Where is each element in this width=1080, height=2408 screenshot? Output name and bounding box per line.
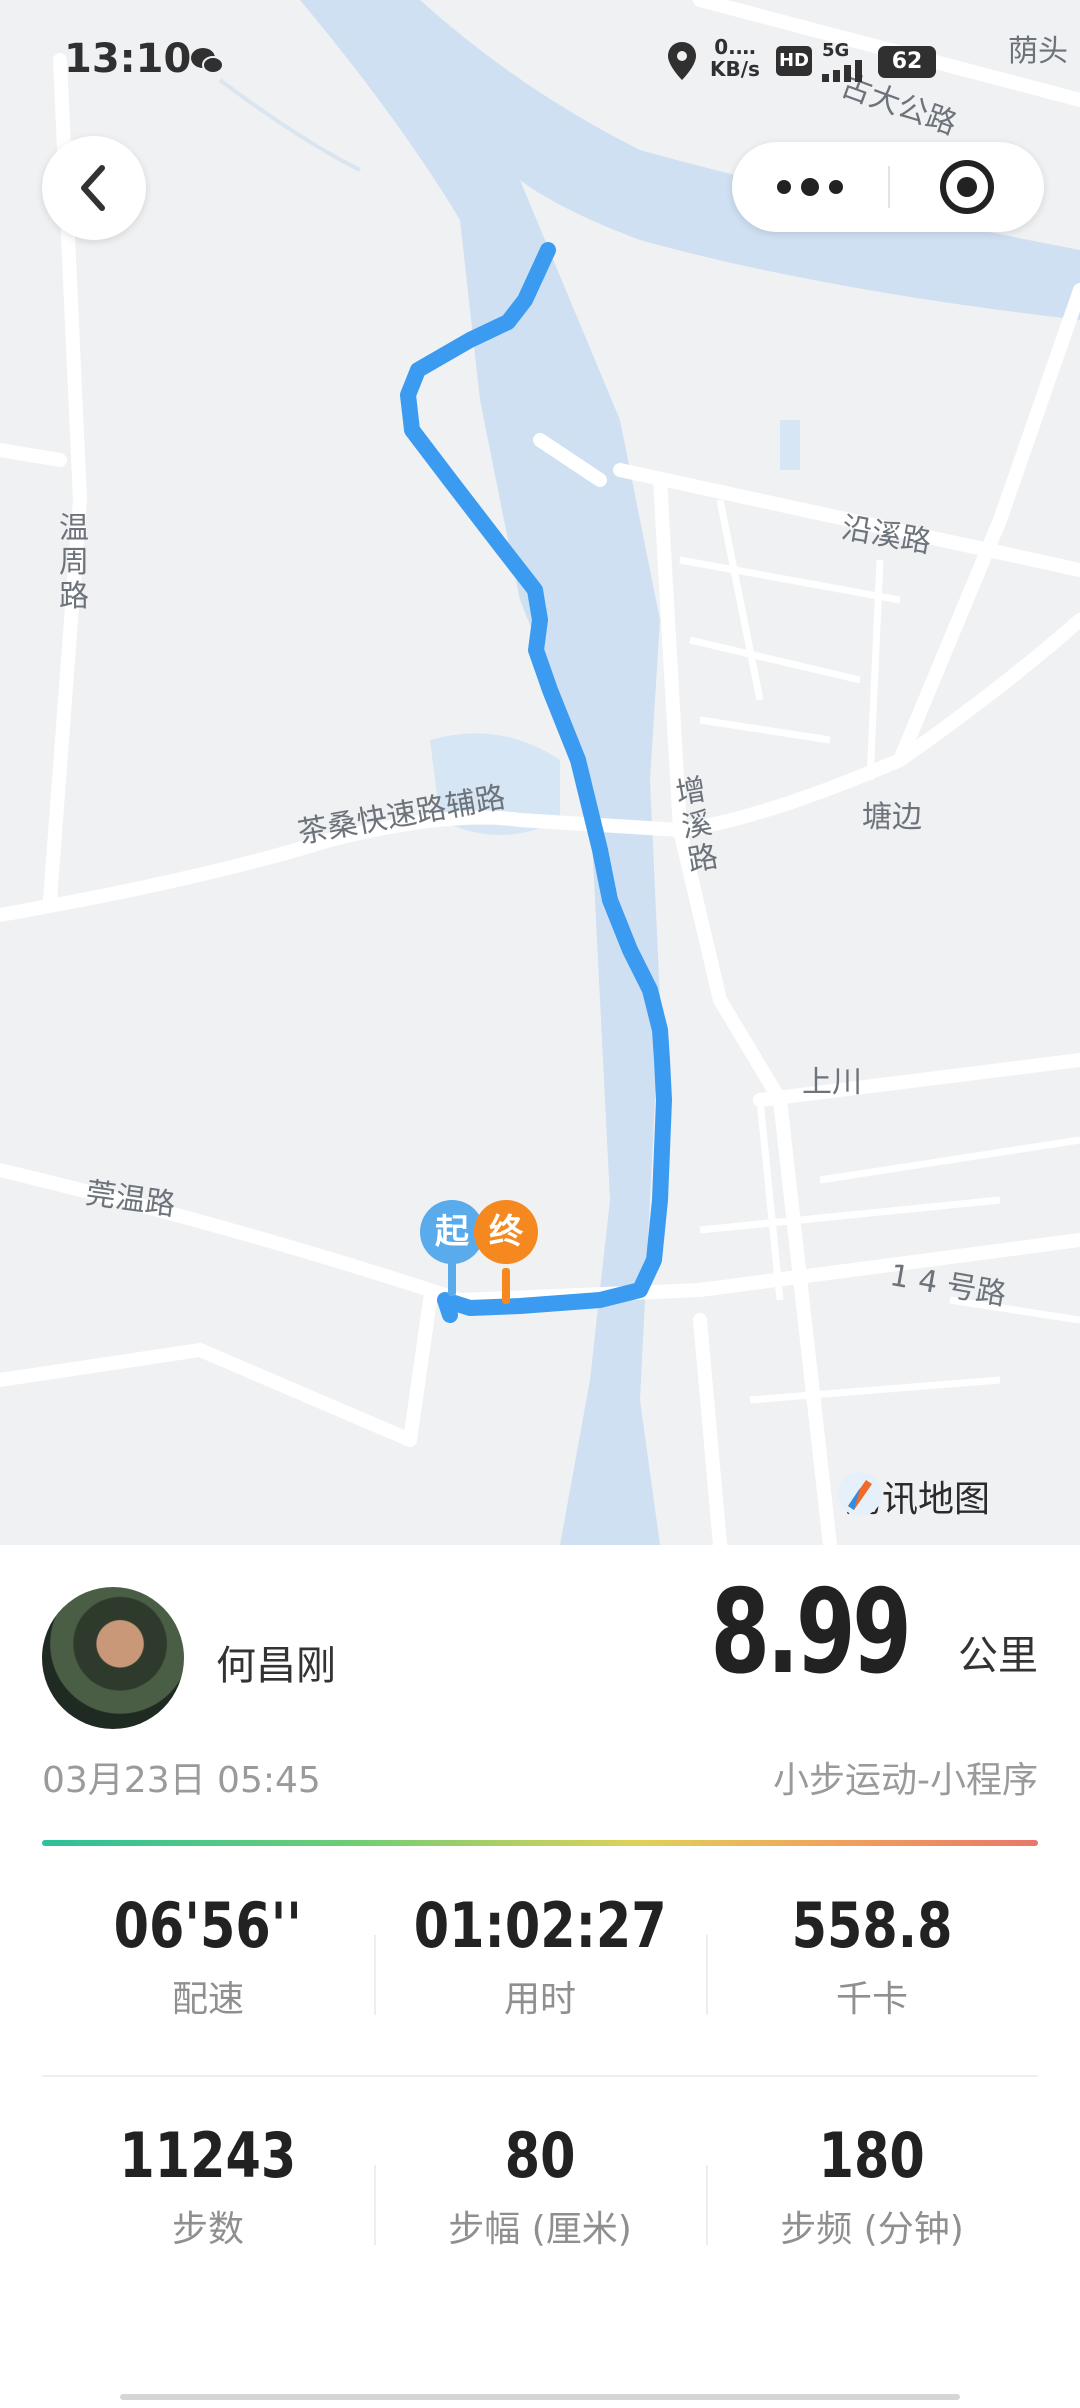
miniprogram-capsule	[732, 142, 1044, 232]
stat-calories: 558.8 千卡	[706, 1865, 1038, 2065]
stat-value: 180	[818, 2119, 926, 2192]
stat-label: 配速	[171, 1979, 244, 2020]
net-speed-value: 0.…	[714, 35, 756, 59]
distance-value: 8.99	[709, 1565, 911, 1700]
location-icon	[668, 42, 696, 92]
status-time: 13:10	[64, 36, 192, 82]
stat-steps: 11243 步数	[42, 2095, 374, 2295]
stat-label: 用时	[503, 1979, 576, 2020]
chevron-left-icon	[81, 165, 105, 211]
more-dots-icon	[777, 178, 843, 196]
stat-value: 80	[504, 2119, 576, 2192]
start-pin-stem	[448, 1260, 456, 1296]
stat-label: 千卡	[835, 1979, 908, 2020]
stat-duration: 01:02:27 用时	[374, 1865, 706, 2065]
stat-pace: 06'56'' 配速	[42, 1865, 374, 2065]
map-label-yintou: 荫头	[1008, 34, 1068, 69]
stat-label: 步幅 (厘米)	[448, 2209, 632, 2250]
stat-stride: 80 步幅 (厘米)	[374, 2095, 706, 2295]
home-indicator[interactable]	[120, 2394, 960, 2400]
tencent-map-logo-icon	[838, 1472, 882, 1516]
stats-row-1: 06'56'' 配速 01:02:27 用时 558.8 千卡	[42, 1865, 1038, 2065]
stat-value: 06'56''	[113, 1889, 303, 1962]
net-speed: 0.… KB/s	[710, 36, 760, 86]
net-speed-unit: KB/s	[710, 57, 760, 81]
stat-label: 步频 (分钟)	[780, 2209, 964, 2250]
tencent-map-logo: 腾讯地图	[836, 1470, 990, 1522]
stat-cadence: 180 步频 (分钟)	[706, 2095, 1038, 2295]
user-name: 何昌刚	[216, 1643, 336, 1689]
stats-row-2: 11243 步数 80 步幅 (厘米) 180 步频 (分钟)	[42, 2095, 1038, 2295]
stat-value: 11243	[119, 2119, 297, 2192]
map-label-tangbian: 塘边	[862, 800, 922, 835]
source-label: 小步运动-小程序	[773, 1760, 1038, 1801]
signal-icon	[822, 60, 866, 110]
stat-value: 558.8	[791, 1889, 953, 1962]
summary-panel: 何昌刚 8.99 公里 03月23日 05:45 小步运动-小程序 06'56'…	[0, 1545, 1080, 2408]
activity-datetime: 03月23日 05:45	[42, 1760, 321, 1801]
hd-badge: HD	[776, 46, 812, 76]
stat-value: 01:02:27	[413, 1889, 667, 1962]
wechat-icon	[190, 46, 224, 96]
map-label-shangchuan: 上川	[802, 1065, 862, 1100]
map-label-wenzhou-road: 温周路	[59, 511, 89, 614]
target-icon	[940, 160, 994, 214]
gradient-divider	[42, 1840, 1038, 1846]
battery-indicator: 62	[878, 46, 936, 78]
close-miniprogram-button[interactable]	[890, 142, 1044, 232]
more-button[interactable]	[732, 142, 888, 232]
avatar[interactable]	[42, 1587, 184, 1729]
stat-label: 步数	[171, 2209, 244, 2250]
end-pin-stem	[502, 1268, 510, 1304]
end-pin[interactable]: 终	[474, 1200, 538, 1264]
distance-unit: 公里	[958, 1633, 1038, 1679]
back-button[interactable]	[42, 136, 146, 240]
row-divider	[42, 2075, 1038, 2077]
